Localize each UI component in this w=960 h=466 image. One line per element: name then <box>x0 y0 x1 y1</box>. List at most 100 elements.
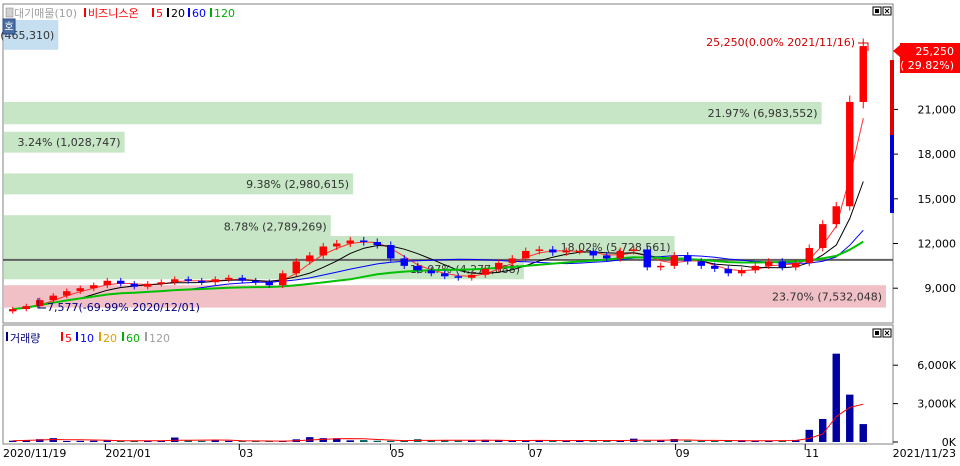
volume-bar <box>616 440 624 442</box>
price-tick-label: 21,000 <box>918 103 957 116</box>
candle-body <box>765 261 773 266</box>
x-tick-label: 09 <box>676 447 690 460</box>
legend-ma60: 60 <box>192 7 206 20</box>
candle-body <box>535 249 543 251</box>
candle-body <box>468 274 476 278</box>
legend-vol-ma60: 60 <box>126 332 140 345</box>
candle-body <box>90 285 98 289</box>
price-legend: 대기매물(10) 비즈니스온 5 20 60 120 <box>5 7 235 20</box>
candle-body <box>198 280 206 283</box>
candle-body <box>36 300 44 307</box>
price-panel-close-button[interactable] <box>882 6 892 16</box>
legend-ma120: 120 <box>214 7 235 20</box>
volume-bar <box>346 440 354 442</box>
overhang-band-label: 9.38% (2,980,615) <box>246 178 349 191</box>
current-price-marker: 25,250 ( 29.82%) <box>893 43 960 73</box>
candle-body <box>441 273 449 277</box>
candle-body <box>225 277 233 280</box>
candle-body <box>252 280 260 283</box>
chart-svg: 1.46% (465,310)21.97% (6,983,552)3.24% (… <box>0 3 960 460</box>
candle-body <box>306 255 314 262</box>
candle-body <box>859 46 867 102</box>
candle-body <box>819 224 827 248</box>
candle-body <box>387 244 395 259</box>
candle-body <box>697 261 705 266</box>
volume-bar <box>387 440 395 442</box>
candle-body <box>832 206 840 225</box>
candle-body <box>373 242 381 245</box>
volume-bar <box>211 440 219 442</box>
candle-body <box>589 250 597 256</box>
volume-bar <box>657 440 665 442</box>
price-tick-label: 12,000 <box>918 238 957 251</box>
volume-bar <box>76 440 84 442</box>
candle-body <box>130 283 138 287</box>
price-tick-label: 9,000 <box>925 282 957 295</box>
candle-body <box>63 291 71 296</box>
overhang-band <box>4 101 822 125</box>
volume-panel-close-button[interactable] <box>882 328 892 338</box>
overhang-band-label: 3.24% (1,028,747) <box>18 136 121 149</box>
candle-body <box>711 265 719 269</box>
candle-body <box>738 270 746 274</box>
high-price-note: 25,250(0.00% 2021/11/16) <box>706 36 855 49</box>
candle-body <box>265 282 273 286</box>
volume-bar <box>90 440 98 442</box>
candle-body <box>508 258 516 263</box>
candle-body <box>238 277 246 281</box>
x-tick-label: 03 <box>239 447 253 460</box>
volume-bar <box>454 440 462 442</box>
candle-body <box>751 265 759 271</box>
volume-bar <box>805 429 813 442</box>
candle-body <box>792 262 800 268</box>
volume-bar <box>846 394 854 442</box>
price-tick-label: 15,000 <box>918 193 957 206</box>
candle-body <box>144 283 152 287</box>
price-panel-maximize-button[interactable] <box>872 6 882 16</box>
volume-bar <box>360 440 368 442</box>
low-price-note: 7,577(-69.99% 2020/12/01) <box>47 301 200 314</box>
legend-vol-ma20: 20 <box>103 332 117 345</box>
candle-body <box>319 246 327 256</box>
candle-body <box>522 250 530 259</box>
volume-bar <box>522 440 530 442</box>
candle-body <box>171 279 179 283</box>
legend-vol-ma120: 120 <box>149 332 170 345</box>
candle-body <box>576 250 584 253</box>
legend-stock-name: 비즈니스온 <box>88 7 139 20</box>
volume-bar <box>508 440 516 442</box>
candle-body <box>846 101 854 207</box>
volume-y-axis: 6,000K3,000K0K <box>893 359 957 449</box>
price-y-axis: 21,000 18,000 15,000 12,000 9,000 <box>893 103 956 295</box>
candle-body <box>454 276 462 278</box>
candle-body <box>427 270 435 274</box>
candle-body <box>414 265 422 271</box>
candle-body <box>562 250 570 253</box>
mode-button-label: 호 <box>4 21 13 33</box>
mode-button[interactable]: 호 <box>2 18 16 35</box>
candle-body <box>684 255 692 262</box>
x-tick-label: 2020/11/19 <box>3 447 66 460</box>
volume-tick-label: 3,000K <box>917 398 956 411</box>
volume-bar <box>468 440 476 442</box>
candle-body <box>778 261 786 268</box>
volume-bar <box>832 353 840 442</box>
candle-body <box>346 240 354 244</box>
x-tick-label: 05 <box>390 447 404 460</box>
volume-panel-maximize-button[interactable] <box>872 328 882 338</box>
volume-bar <box>319 438 327 442</box>
x-tick-label: 11 <box>805 447 819 460</box>
candle-body <box>603 255 611 259</box>
candle-body <box>157 282 165 284</box>
x-axis: 2020/11/19 2021/01 03 05 07 09 11 2021/11/23 <box>3 444 956 460</box>
candle-body <box>805 247 813 263</box>
overhang-band-label: 8.78% (2,789,269) <box>224 220 327 233</box>
x-tick-label: 07 <box>529 447 543 460</box>
candle-body <box>481 268 489 275</box>
legend-overhang: 대기매물(10) <box>14 7 77 20</box>
candle-body <box>76 288 84 292</box>
candle-body <box>49 295 57 301</box>
legend-ma20: 20 <box>171 7 185 20</box>
price-range-bar-red <box>890 60 894 135</box>
volume-bar <box>198 440 206 442</box>
